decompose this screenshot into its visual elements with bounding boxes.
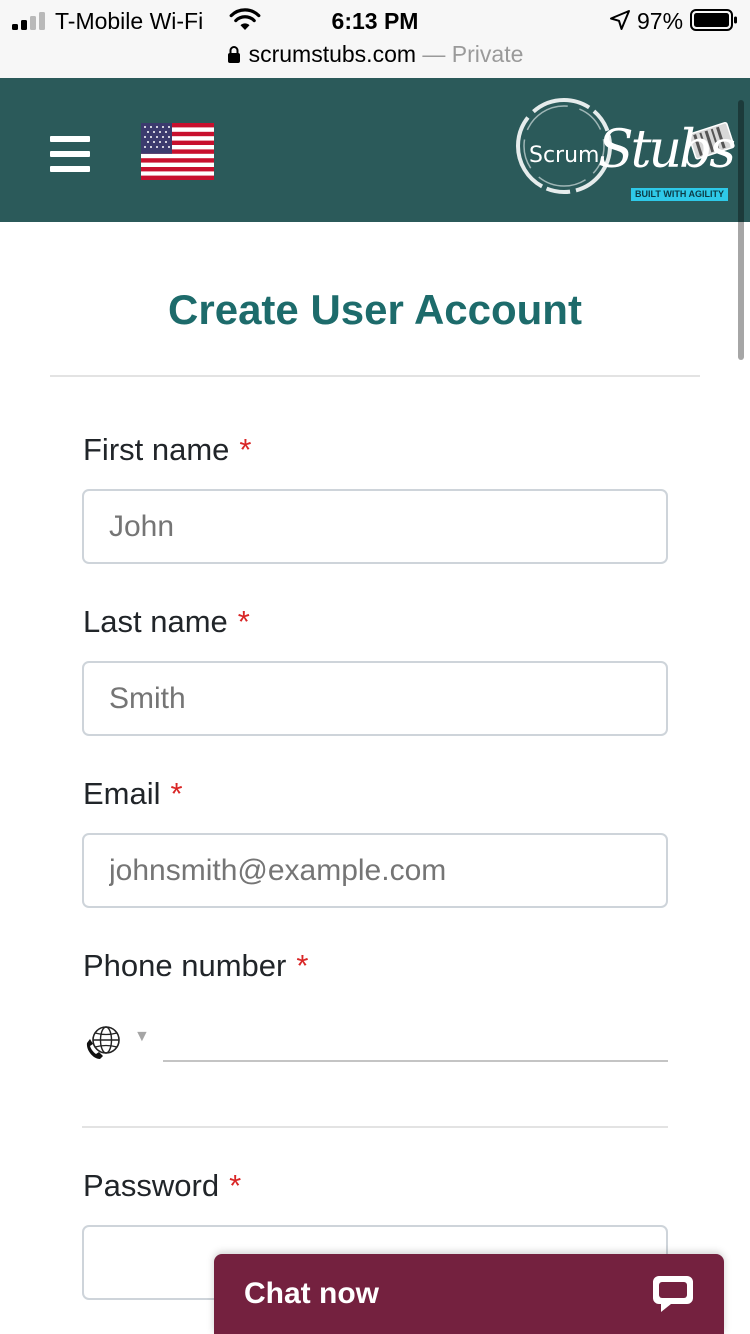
last-name-label-text: Last name [83,604,228,639]
chat-bubble-icon [653,1276,693,1312]
last-name-label: Last name * [83,602,250,642]
chat-now-label: Chat now [244,1277,379,1310]
page-title: Create User Account [168,286,582,333]
hamburger-menu-icon[interactable] [50,136,90,172]
password-label-text: Password [83,1168,220,1203]
logo-text-scrum: Scrum [529,143,600,168]
last-name-input[interactable] [82,661,668,736]
email-label-text: Email [83,776,161,811]
first-name-label-text: First name [83,432,230,467]
lock-icon [227,46,240,63]
phone-number-label: Phone number * [83,946,308,986]
us-flag-icon[interactable] [141,123,214,180]
first-name-input[interactable] [82,489,668,564]
logo-tagline: BUILT WITH AGILITY [631,188,728,201]
required-mark: * [237,604,250,639]
email-input[interactable] [82,833,668,908]
required-mark: * [296,948,309,983]
site-logo[interactable]: Scrum Stubs BUILT WITH AGILITY [512,90,740,206]
url-domain: scrumstubs.com [248,41,417,67]
globe-phone-icon[interactable] [84,1024,122,1062]
country-dropdown-caret-icon[interactable]: ▼ [134,1028,150,1046]
location-arrow-icon [610,10,630,30]
title-divider [50,375,700,377]
email-label: Email * [83,774,183,814]
phone-number-input[interactable] [163,1018,668,1062]
site-header: Scrum Stubs BUILT WITH AGILITY [0,78,750,222]
required-mark: * [239,432,252,467]
chat-now-button[interactable]: Chat now [214,1254,724,1334]
browsing-mode: — Private [416,41,524,67]
address-bar[interactable]: scrumstubs.com — Private [0,38,750,70]
phone-number-label-text: Phone number [83,948,287,983]
section-divider [82,1126,668,1128]
required-mark: * [229,1168,242,1203]
battery-percentage: 97% [637,8,684,34]
required-mark: * [170,776,183,811]
password-label: Password * [83,1166,241,1206]
first-name-label: First name * [83,430,252,470]
logo-text-stubs: Stubs [598,120,736,180]
battery-icon [690,9,737,31]
status-bar: T-Mobile Wi-Fi 6:13 PM 97% scrumstubs.co… [0,0,750,78]
